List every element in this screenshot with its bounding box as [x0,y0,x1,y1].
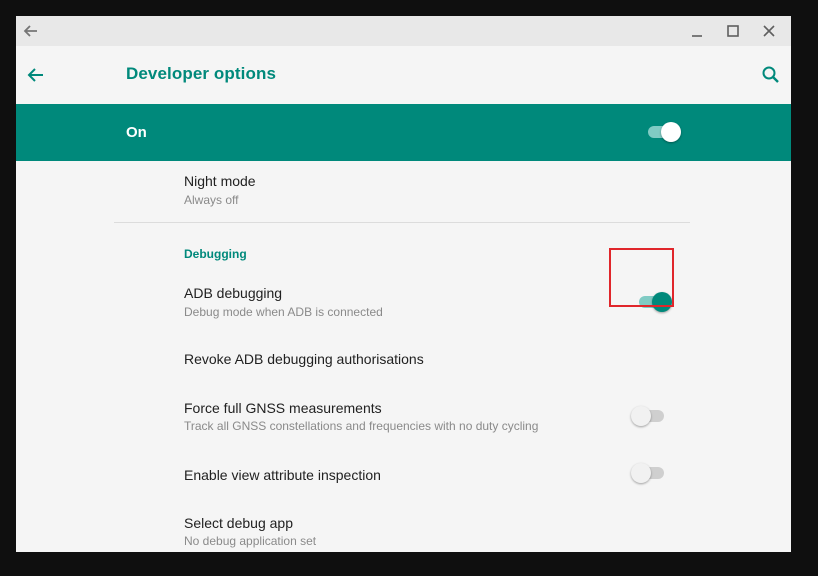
view-attribute-toggle[interactable] [631,463,667,483]
view-attribute-title[interactable]: Enable view attribute inspection [184,467,381,483]
night-mode-title[interactable]: Night mode [184,173,256,189]
close-icon [763,25,775,37]
search-button[interactable] [759,63,783,87]
app-window: Developer options On Night mode Always o… [16,16,791,552]
arrow-left-icon [27,68,43,82]
titlebar-back-button[interactable] [20,20,42,42]
night-mode-subtitle: Always off [184,193,239,207]
search-icon [762,66,779,83]
page-title: Developer options [126,64,277,83]
master-switch-bar[interactable]: On [16,104,791,161]
toggle-thumb [631,463,651,483]
toggle-thumb [661,122,681,142]
minimize-button[interactable] [679,16,715,46]
select-debug-app-subtitle: No debug application set [184,534,317,548]
maximize-icon [727,25,739,37]
app-bar: Developer options [16,46,791,104]
master-switch-label: On [126,124,147,141]
gnss-title[interactable]: Force full GNSS measurements [184,400,382,416]
adb-debugging-subtitle: Debug mode when ADB is connected [184,305,383,319]
arrow-left-icon [23,25,37,37]
close-button[interactable] [751,16,787,46]
section-divider [114,222,690,223]
master-toggle[interactable] [645,122,681,142]
maximize-button[interactable] [715,16,751,46]
gnss-subtitle: Track all GNSS constellations and freque… [184,419,539,433]
select-debug-app-title[interactable]: Select debug app [184,515,293,531]
settings-list: Night mode Always off Debugging ADB debu… [16,161,791,552]
navigate-up-button[interactable] [24,63,48,87]
minimize-icon [692,35,702,37]
window-controls [679,16,787,46]
highlight-box [609,248,674,307]
toggle-thumb [631,406,651,426]
debugging-category-header: Debugging [184,247,247,261]
window-titlebar [16,16,791,46]
gnss-toggle[interactable] [631,406,667,426]
adb-debugging-title[interactable]: ADB debugging [184,285,282,301]
revoke-adb-title[interactable]: Revoke ADB debugging authorisations [184,351,424,367]
